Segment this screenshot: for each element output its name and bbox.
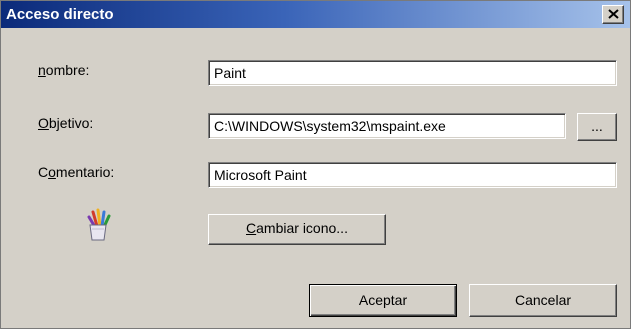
close-icon: [608, 9, 619, 19]
target-field[interactable]: C:\WINDOWS\system32\mspaint.exe: [208, 113, 566, 139]
name-label-accel: n: [38, 62, 46, 78]
change-icon-text: ambiar icono...: [256, 220, 348, 236]
comment-label-accel: o: [48, 164, 56, 180]
comment-label-text: mentario:: [55, 164, 115, 180]
window-title: Acceso directo: [6, 6, 114, 23]
cancel-button[interactable]: Cancelar: [469, 284, 617, 317]
target-label-accel: O: [38, 115, 49, 131]
browse-button[interactable]: ...: [577, 113, 617, 141]
shortcut-dialog: Acceso directo nombre: Paint Objetivo: C…: [0, 0, 631, 329]
comment-label-pre: C: [38, 164, 49, 180]
target-label: Objetivo:: [38, 115, 93, 131]
paint-brushes-cup-icon: [87, 208, 111, 241]
name-field[interactable]: Paint: [208, 60, 617, 86]
change-icon-accel: C: [246, 220, 257, 236]
change-icon-button[interactable]: Cambiar icono...: [208, 214, 386, 245]
name-label-text: ombre:: [45, 62, 90, 78]
comment-label: Comentario:: [38, 164, 114, 180]
close-button[interactable]: [602, 5, 624, 24]
target-label-text: bjetivo:: [48, 115, 94, 131]
name-label: nombre:: [38, 62, 89, 78]
title-bar[interactable]: Acceso directo: [1, 1, 630, 28]
accept-button[interactable]: Aceptar: [309, 284, 457, 317]
comment-field[interactable]: Microsoft Paint: [208, 162, 617, 188]
